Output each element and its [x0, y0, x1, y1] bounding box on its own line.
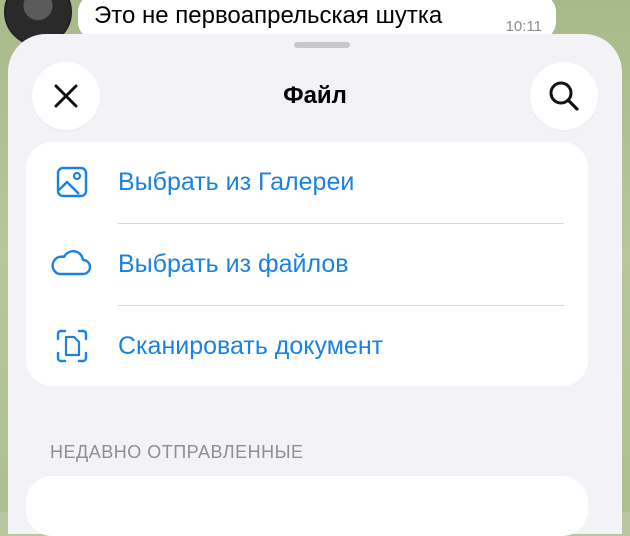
photo-icon [56, 166, 88, 198]
message-text: Это не первоапрельская шутка [94, 2, 443, 29]
option-files[interactable]: Выбрать из файлов [26, 224, 588, 305]
recent-files-card [26, 476, 588, 536]
attach-options-card: Выбрать из Галереи Выбрать из файлов Ска… [26, 142, 588, 386]
option-gallery-label: Выбрать из Галереи [118, 168, 355, 196]
message-time: 10:11 [505, 18, 542, 35]
option-files-label: Выбрать из файлов [118, 250, 349, 278]
option-scan[interactable]: Сканировать документ [26, 306, 588, 387]
recent-section-header: НЕДАВНО ОТПРАВЛЕННЫЕ [50, 442, 304, 462]
option-scan-label: Сканировать документ [118, 332, 384, 360]
cloud-icon [51, 250, 92, 276]
scan-document-icon [56, 329, 88, 363]
search-button[interactable] [530, 62, 598, 130]
sheet-grabber[interactable] [294, 42, 350, 48]
search-icon [549, 81, 579, 111]
option-gallery[interactable]: Выбрать из Галереи [26, 142, 588, 223]
